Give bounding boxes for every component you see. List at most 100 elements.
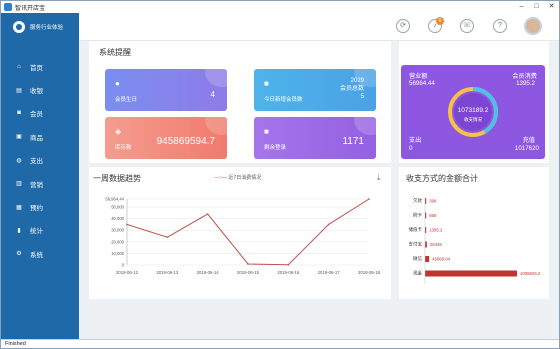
series-point: [126, 223, 128, 226]
category-label: 微信: [413, 255, 422, 262]
close-button[interactable]: ✕: [544, 1, 559, 13]
sidebar-item-5[interactable]: ▥ 营销: [1, 172, 79, 195]
series-line: [126, 198, 370, 266]
settings-icon: ⚙: [16, 251, 22, 258]
brand-name: 服务行业体验: [30, 25, 64, 31]
series-point: [166, 236, 169, 238]
cash-icon: ▤: [16, 87, 22, 94]
x-tick-label: 2019-06-15: [237, 270, 260, 275]
stats-icon: ▮: [17, 227, 21, 234]
reminder-title: 系统提醒: [99, 48, 131, 57]
y-tick-label: 20,000: [111, 239, 124, 244]
top-header: ⟳ ♪ 6 ☏ ?: [79, 13, 559, 41]
sidebar-item-label: 系统: [30, 251, 43, 259]
series-point: [368, 198, 370, 200]
sidebar-nav: ⌂ 首页 ▤ 收银 ◙ 会员 ▣ 商品 ◍ 支出 ▥ 营销 ▦ 预约 ▮ 统计 ⚙ 系统: [1, 55, 79, 266]
expense-icon: ◍: [16, 157, 22, 164]
bar-value-label: 20439: [430, 242, 443, 247]
goods-icon: ▣: [16, 134, 22, 141]
home-icon: ⌂: [17, 63, 21, 70]
legend-label: 近7日消费情况: [228, 175, 262, 181]
user-icon: ●: [115, 79, 120, 88]
stock-card[interactable]: ◈ 库存数 945869594.7: [105, 117, 227, 159]
status-text: Finished: [5, 341, 26, 347]
legend-marker: —○—: [214, 175, 228, 181]
x-tick-label: 2019-06-12: [116, 270, 139, 275]
y-tick-label: 0: [122, 263, 125, 268]
bar: [425, 256, 430, 262]
x-tick-label: 2019-06-17: [318, 270, 341, 275]
sidebar-item-label: 营销: [30, 181, 43, 189]
bar-value-label: 1008826.2: [520, 271, 541, 276]
brand: 服务行业体验: [1, 13, 79, 41]
card-value: 1171: [342, 136, 364, 147]
ring-chart: 1073189.2 收支情况: [448, 87, 498, 137]
box-icon: ◈: [115, 127, 122, 136]
sidebar-item-label: 首页: [30, 64, 43, 72]
category-label: 刷卡: [413, 212, 422, 219]
series-point: [287, 263, 290, 266]
maximize-button[interactable]: □: [529, 1, 544, 13]
sidebar: 服务行业体验 ⌂ 首页 ▤ 收银 ◙ 会员 ▣ 商品 ◍ 支出 ▥ 营销 ▦ 预约 ▮ 统计 ⚙ 系统: [1, 13, 79, 339]
app-window: 智讯开店宝 – □ ✕ 服务行业体验 ⌂ 首页 ▤ 收银 ◙ 会员 ▣ 商品 ◍ 支出 ▥ 营销 ▦ 预约…: [0, 0, 560, 349]
sidebar-item-8[interactable]: ⚙ 系统: [1, 242, 79, 265]
y-tick-label: 50,000: [111, 205, 124, 210]
brand-logo: [13, 21, 25, 33]
sidebar-item-label: 统计: [30, 228, 43, 236]
sidebar-item-4[interactable]: ◍ 支出: [1, 149, 79, 172]
refresh-icon[interactable]: ⟳: [396, 19, 410, 33]
sidebar-item-0[interactable]: ⌂ 首页: [1, 55, 79, 78]
sidebar-item-3[interactable]: ▣ 商品: [1, 125, 79, 148]
download-icon[interactable]: ⤓: [377, 173, 381, 183]
help-icon[interactable]: ?: [493, 19, 507, 33]
sidebar-item-2[interactable]: ◙ 会员: [1, 102, 79, 125]
notification-badge: 6: [436, 17, 444, 25]
card-label: 会员生日: [115, 97, 138, 103]
title-bar: 智讯开店宝 – □ ✕: [1, 1, 559, 13]
series-point: [327, 223, 330, 226]
bar-value-label: 858: [429, 213, 437, 218]
chat-icon: ■: [264, 79, 269, 88]
payment-chart: 欠款 398 刷卡 858 储值卡 1395.2 支付宝 20439 微信 45068.04 现金 1…: [409, 197, 541, 284]
x-tick-label: 2019-06-13: [156, 270, 179, 275]
category-label: 支付宝: [409, 241, 423, 248]
app-icon: [4, 3, 12, 11]
trend-title: 一周数据趋势: [93, 174, 141, 183]
card-value: 945869594.7: [156, 136, 215, 147]
marketing-icon: ▥: [16, 181, 22, 188]
card-label: 今日新增会员数: [264, 97, 303, 103]
y-tick-label: 40,000: [111, 216, 124, 221]
sidebar-item-6[interactable]: ▦ 预约: [1, 195, 79, 218]
window-title: 智讯开店宝: [15, 5, 46, 12]
ring-center-label: 收支情况: [464, 116, 482, 123]
x-tick-label: 2019-06-16: [277, 270, 300, 275]
member-icon: ◙: [17, 110, 21, 117]
category-label: 现金: [413, 270, 422, 277]
chat-icon: ■: [264, 127, 269, 136]
category-label: 储值卡: [409, 226, 423, 233]
minimize-button[interactable]: –: [514, 1, 529, 13]
sidebar-item-label: 收银: [30, 88, 43, 96]
sidebar-item-label: 会员: [30, 111, 43, 119]
card-label: 库存数: [115, 145, 132, 151]
ring-center-value: 1073189.2: [458, 107, 489, 114]
bell-icon[interactable]: ♪ 6: [428, 17, 444, 33]
sidebar-item-7[interactable]: ▮ 统计: [1, 219, 79, 242]
appointment-icon: ▦: [16, 204, 22, 211]
bar: [425, 241, 427, 248]
new-member-card[interactable]: ■ 今日新增会员数 2029 会员总数 5: [254, 69, 376, 111]
sidebar-item-label: 预约: [30, 205, 43, 213]
kpi-card: 营业额 56964.44 会员消费 1395.2 支出 0 充值 1017620…: [401, 65, 545, 159]
avatar[interactable]: [524, 17, 542, 35]
bar-value-label: 45068.04: [432, 257, 451, 262]
sidebar-item-1[interactable]: ▤ 收银: [1, 78, 79, 101]
chat-support-icon[interactable]: ☏: [460, 19, 474, 33]
payment-title: 收支方式的金额合计: [406, 174, 478, 183]
card-value: 2029 会员总数 5: [339, 78, 364, 100]
x-tick-label: 2019-06-18: [358, 270, 381, 275]
x-tick-label: 2019-06-14: [197, 270, 220, 275]
bar-value-label: 1395.2: [429, 228, 443, 233]
login-card[interactable]: ■ 剩余登录 1171: [254, 117, 376, 159]
sidebar-item-label: 商品: [30, 134, 43, 142]
birthday-card[interactable]: ● 会员生日 4: [105, 69, 227, 111]
